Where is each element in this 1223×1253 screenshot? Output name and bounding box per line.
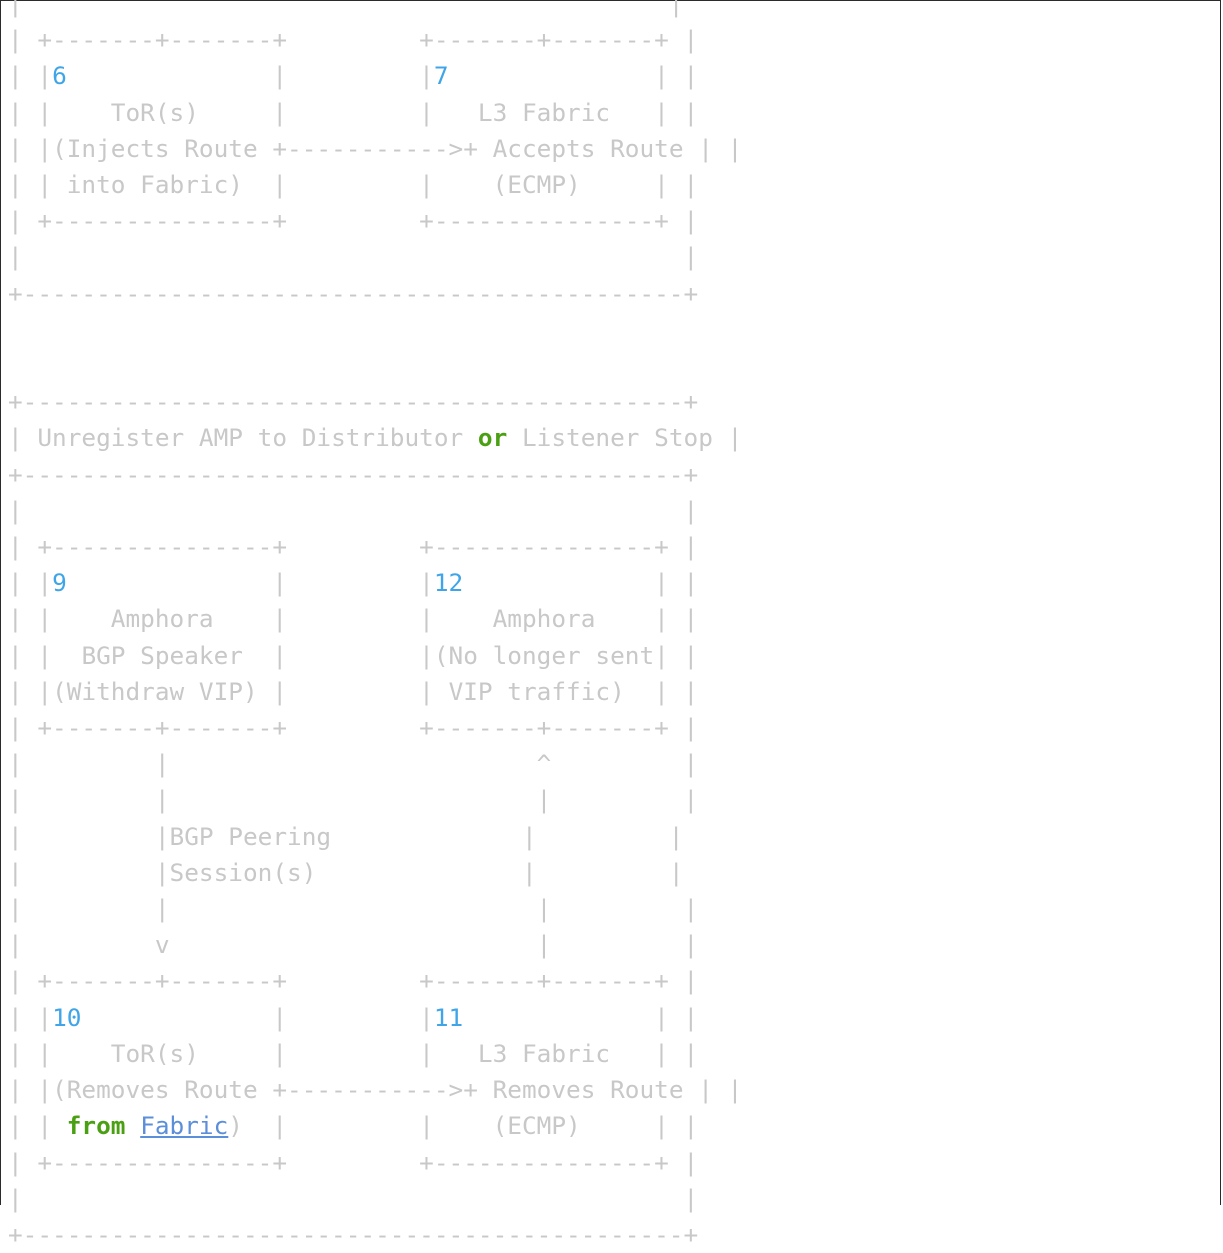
node-11-line3: (ECMP) bbox=[492, 1111, 581, 1141]
fabric-link[interactable]: Fabric bbox=[140, 1111, 228, 1140]
node-11-number: 11 bbox=[433, 1002, 464, 1032]
node-11-line2: Removes Route bbox=[492, 1075, 684, 1105]
node-12-line3: VIP traffic) bbox=[448, 676, 625, 706]
node-7-number: 7 bbox=[433, 61, 449, 91]
section-header-pre: Unregister AMP to Distributor bbox=[37, 423, 478, 453]
node-11-line1: L3 Fabric bbox=[477, 1038, 611, 1068]
node-9-line1: Amphora bbox=[110, 604, 214, 634]
node-6-line1: ToR(s) bbox=[110, 97, 199, 127]
node-10-line3-end: ) bbox=[228, 1111, 243, 1141]
section-header-or: or bbox=[477, 423, 508, 453]
node-6-line2: (Injects Route bbox=[52, 133, 258, 163]
section-header-post: Listener Stop bbox=[507, 423, 713, 453]
node-6-line3: into Fabric) bbox=[66, 170, 243, 200]
node-12-number: 12 bbox=[433, 568, 464, 598]
node-10-from: from bbox=[66, 1111, 126, 1141]
node-10-line2: (Removes Route bbox=[52, 1075, 258, 1105]
node-7-line2: Accepts Route bbox=[492, 133, 684, 163]
peering-label-1: BGP Peering bbox=[169, 821, 332, 851]
node-10-number: 10 bbox=[52, 1002, 82, 1032]
node-10-line1: ToR(s) bbox=[110, 1038, 199, 1068]
node-12-line2: (No longer sent bbox=[433, 640, 655, 670]
node-9-line3: (Withdraw VIP) bbox=[52, 676, 258, 706]
node-9-line2: BGP Speaker bbox=[81, 640, 243, 670]
node-9-number: 9 bbox=[52, 568, 67, 598]
node-6-number: 6 bbox=[52, 61, 67, 91]
node-12-line1: Amphora bbox=[492, 604, 596, 634]
node-7-line1: L3 Fabric bbox=[477, 97, 611, 127]
peering-label-2: Session(s) bbox=[169, 857, 317, 887]
node-7-line3: (ECMP) bbox=[492, 170, 581, 200]
ascii-flow-diagram: | | | +-------+-------+ +-------+-------… bbox=[8, 0, 743, 1249]
